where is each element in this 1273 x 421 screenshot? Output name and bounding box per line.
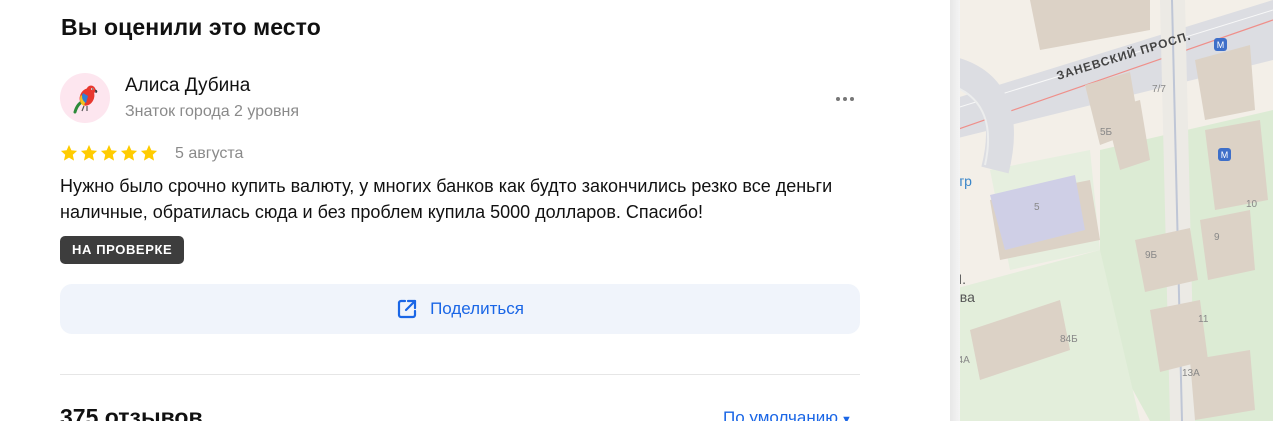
divider xyxy=(60,374,860,375)
share-icon xyxy=(397,299,417,319)
share-button[interactable]: Поделиться xyxy=(60,284,860,334)
svg-text:M: M xyxy=(1217,40,1225,50)
more-dots-icon xyxy=(850,97,854,101)
more-options-button[interactable] xyxy=(830,88,860,110)
author-level: Знаток города 2 уровня xyxy=(125,103,300,120)
section-title: Вы оценили это место xyxy=(61,14,321,40)
building-label: 10 xyxy=(1246,199,1258,210)
building-label: 13А xyxy=(1182,368,1200,379)
building-label: 5 xyxy=(1034,202,1040,213)
building-label: 9Б xyxy=(1145,250,1158,261)
metro-icon[interactable]: M xyxy=(1218,148,1231,161)
map-canvas[interactable]: ЗАНЕВСКИЙ ПРОСП. 47/75Б51099Б1184Б84А13А… xyxy=(950,0,1273,421)
reviews-count: 375 отзывов xyxy=(60,404,203,421)
status-badge: НА ПРОВЕРКЕ xyxy=(60,236,185,264)
metro-icon[interactable]: M xyxy=(1214,38,1227,51)
chevron-down-icon: ▼ xyxy=(840,414,852,421)
author-name[interactable]: Алиса Дубина xyxy=(125,75,250,97)
rating-stars xyxy=(60,144,158,162)
sort-select[interactable]: По умолчанию ▼ xyxy=(723,408,852,421)
star-icon xyxy=(120,144,138,161)
more-dots-icon xyxy=(836,97,840,101)
star-icon xyxy=(80,144,98,161)
share-label: Поделиться xyxy=(430,299,524,318)
author-avatar[interactable] xyxy=(60,73,110,123)
building-label: 84Б xyxy=(1060,334,1078,345)
star-icon xyxy=(100,144,118,161)
building-label: 7/7 xyxy=(1152,84,1166,95)
building-label: 5Б xyxy=(1100,127,1113,138)
review-text: Нужно было срочно купить валюту, у многи… xyxy=(60,176,833,222)
star-icon xyxy=(140,144,158,161)
building-label: 9 xyxy=(1214,232,1220,243)
map[interactable]: ЗАНЕВСКИЙ ПРОСП. 47/75Б51099Б1184Б84А13А… xyxy=(950,0,1273,421)
star-icon xyxy=(60,144,78,161)
building-label: 11 xyxy=(1198,314,1209,325)
review-panel: Вы оценили это место Алиса Дубина Знаток… xyxy=(0,0,950,421)
svg-text:M: M xyxy=(1221,150,1229,160)
review-date: 5 августа xyxy=(175,145,244,162)
more-dots-icon xyxy=(843,97,847,101)
parrot-icon xyxy=(73,85,98,114)
map-edge xyxy=(950,0,960,421)
sort-label: По умолчанию xyxy=(723,408,838,421)
